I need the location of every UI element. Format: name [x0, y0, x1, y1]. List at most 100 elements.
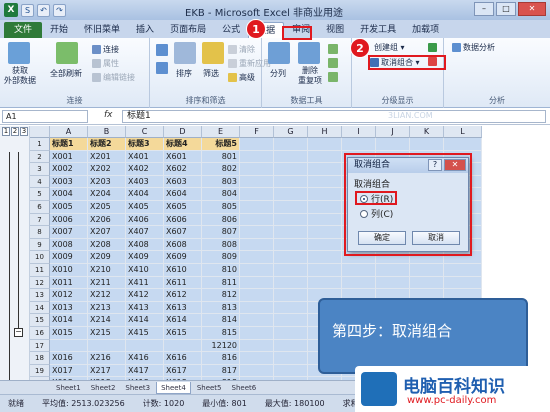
table-cell[interactable] — [274, 213, 308, 227]
row-header[interactable]: 5 — [30, 188, 50, 201]
table-cell[interactable]: X009 — [50, 251, 88, 264]
table-cell[interactable]: 807 — [202, 226, 240, 239]
table-cell[interactable]: X209 — [88, 251, 126, 264]
row-header[interactable]: 10 — [30, 251, 50, 264]
tab-formulas[interactable]: 公式 — [214, 22, 248, 38]
table-cell[interactable]: X017 — [50, 364, 88, 378]
table-cell[interactable] — [164, 339, 202, 353]
table-cell[interactable]: X015 — [50, 327, 88, 340]
table-cell[interactable]: X611 — [164, 276, 202, 290]
column-header[interactable]: K — [410, 126, 444, 138]
table-cell[interactable] — [240, 163, 274, 176]
tab-page-layout[interactable]: 页面布局 — [162, 22, 214, 38]
column-header[interactable]: L — [444, 126, 482, 138]
minimize-button[interactable]: – — [474, 2, 494, 16]
table-cell[interactable]: X405 — [126, 201, 164, 214]
table-cell[interactable]: 814 — [202, 314, 240, 327]
table-cell[interactable]: X612 — [164, 289, 202, 302]
table-cell[interactable]: 810 — [202, 264, 240, 277]
table-cell[interactable]: X203 — [88, 175, 126, 189]
what-if-icon[interactable] — [328, 72, 338, 82]
table-cell[interactable]: X406 — [126, 213, 164, 227]
table-cell[interactable]: X210 — [88, 264, 126, 277]
table-cell[interactable]: X411 — [126, 276, 164, 290]
table-cell[interactable]: X604 — [164, 188, 202, 201]
sheet-tab-4[interactable]: Sheet4 — [156, 381, 191, 394]
table-cell[interactable] — [308, 201, 342, 214]
table-cell[interactable] — [274, 314, 308, 327]
table-cell[interactable]: X608 — [164, 238, 202, 252]
table-cell[interactable] — [274, 339, 308, 353]
table-cell[interactable] — [126, 339, 164, 353]
row-header[interactable]: 2 — [30, 150, 50, 164]
table-cell[interactable] — [410, 138, 444, 151]
fx-icon[interactable]: fx — [104, 110, 113, 120]
row-header[interactable]: 18 — [30, 352, 50, 365]
column-header[interactable]: I — [342, 126, 376, 138]
table-cell[interactable] — [240, 188, 274, 201]
table-cell[interactable]: 801 — [202, 150, 240, 164]
sort-button[interactable]: 排序 — [176, 68, 192, 79]
table-cell[interactable] — [240, 150, 274, 164]
table-cell[interactable]: X414 — [126, 314, 164, 327]
table-cell[interactable] — [410, 276, 444, 290]
table-cell[interactable]: X413 — [126, 301, 164, 315]
tab-file[interactable]: 文件 — [4, 22, 43, 38]
table-cell[interactable] — [240, 276, 274, 290]
table-cell[interactable] — [50, 339, 88, 353]
table-cell[interactable] — [240, 301, 274, 315]
table-cell[interactable] — [308, 251, 342, 264]
table-cell[interactable]: 811 — [202, 276, 240, 290]
table-cell[interactable]: 817 — [202, 364, 240, 378]
column-header[interactable]: G — [274, 126, 308, 138]
table-cell[interactable] — [308, 175, 342, 189]
table-cell[interactable]: X215 — [88, 327, 126, 340]
table-cell[interactable]: X016 — [50, 352, 88, 365]
table-cell[interactable]: X402 — [126, 163, 164, 176]
table-cell[interactable] — [274, 163, 308, 176]
table-cell[interactable]: X412 — [126, 289, 164, 302]
table-cell[interactable]: 816 — [202, 352, 240, 365]
row-header[interactable]: 15 — [30, 314, 50, 327]
table-cell[interactable] — [274, 188, 308, 201]
table-cell[interactable] — [274, 251, 308, 264]
column-header[interactable]: C — [126, 126, 164, 138]
table-cell[interactable] — [240, 352, 274, 365]
table-cell[interactable]: X206 — [88, 213, 126, 227]
table-cell[interactable]: X007 — [50, 226, 88, 239]
table-cell[interactable] — [240, 289, 274, 302]
table-cell[interactable]: X211 — [88, 276, 126, 290]
name-box[interactable]: A1 — [2, 110, 88, 123]
table-cell[interactable]: X204 — [88, 188, 126, 201]
table-cell[interactable]: X008 — [50, 238, 88, 252]
row-header[interactable]: 13 — [30, 289, 50, 302]
table-cell[interactable]: 806 — [202, 213, 240, 227]
table-cell[interactable]: X202 — [88, 163, 126, 176]
table-cell[interactable]: 808 — [202, 238, 240, 252]
row-header[interactable]: 11 — [30, 264, 50, 277]
sheet-tab-5[interactable]: Sheet5 — [193, 382, 226, 394]
table-cell[interactable] — [240, 213, 274, 227]
table-cell[interactable]: X607 — [164, 226, 202, 239]
table-cell[interactable]: X614 — [164, 314, 202, 327]
table-cell[interactable] — [274, 352, 308, 365]
table-cell[interactable] — [308, 276, 342, 290]
column-header[interactable]: J — [376, 126, 410, 138]
table-cell[interactable]: 813 — [202, 301, 240, 315]
sheet-tab-3[interactable]: Sheet3 — [121, 382, 154, 394]
table-cell[interactable] — [240, 238, 274, 252]
tab-view[interactable]: 视图 — [318, 22, 352, 38]
table-cell[interactable] — [274, 150, 308, 164]
table-cell[interactable]: X002 — [50, 163, 88, 176]
table-cell[interactable]: 815 — [202, 327, 240, 340]
table-cell[interactable] — [274, 175, 308, 189]
table-cell[interactable]: X617 — [164, 364, 202, 378]
table-cell[interactable]: X216 — [88, 352, 126, 365]
table-cell[interactable] — [342, 138, 376, 151]
split-column-button[interactable]: 分列 — [270, 68, 286, 79]
table-cell[interactable]: X006 — [50, 213, 88, 227]
edit-links-button[interactable]: 编辑链接 — [92, 72, 135, 83]
table-cell[interactable]: X416 — [126, 352, 164, 365]
table-cell[interactable] — [308, 213, 342, 227]
table-cell[interactable] — [444, 276, 482, 290]
